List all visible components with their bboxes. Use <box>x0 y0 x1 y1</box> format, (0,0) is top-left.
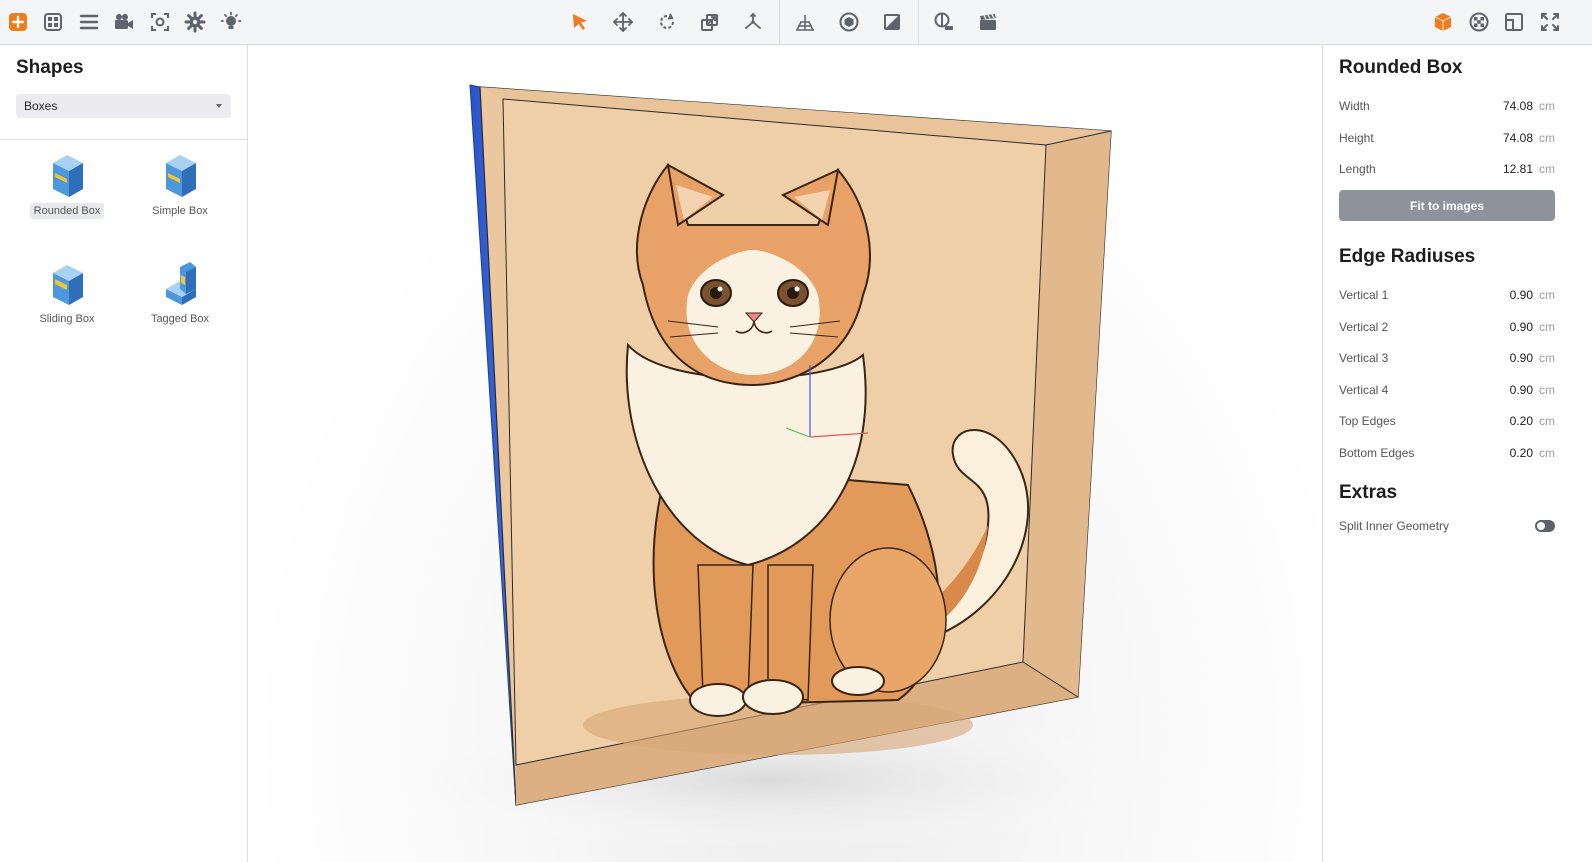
field-value[interactable]: 74.08 <box>1503 99 1533 113</box>
shapes-panel: Shapes Boxes Rounded Box Simple Box Slid… <box>0 45 248 862</box>
split-inner-geometry-toggle[interactable] <box>1535 520 1555 532</box>
field-unit: cm <box>1539 351 1555 365</box>
vertical-2-field[interactable]: Vertical 2 0.90 cm <box>1339 318 1555 336</box>
field-unit: cm <box>1539 320 1555 334</box>
shape-item-rounded-box[interactable]: Rounded Box <box>22 145 112 235</box>
scale-icon[interactable] <box>697 9 723 35</box>
toggle-knob <box>1537 522 1545 530</box>
add-icon[interactable] <box>5 9 31 35</box>
field-label: Vertical 1 <box>1339 288 1389 302</box>
orbit-icon[interactable] <box>836 9 862 35</box>
grid-icon[interactable] <box>40 9 66 35</box>
fit-to-images-button[interactable]: Fit to images <box>1339 190 1555 221</box>
category-select-value: Boxes <box>24 99 58 113</box>
field-value[interactable]: 0.90 <box>1510 288 1533 302</box>
width-field[interactable]: Width 74.08 cm <box>1339 97 1555 115</box>
field-value[interactable]: 0.20 <box>1510 414 1533 428</box>
focus-icon[interactable] <box>147 9 173 35</box>
field-value[interactable]: 74.08 <box>1503 131 1533 145</box>
field-label: Vertical 4 <box>1339 383 1389 397</box>
divider <box>0 139 247 140</box>
field-label: Split Inner Geometry <box>1339 519 1450 533</box>
axes-icon[interactable] <box>740 9 766 35</box>
shape-item-simple-box[interactable]: Simple Box <box>135 145 225 235</box>
vertical-1-field[interactable]: Vertical 1 0.90 cm <box>1339 286 1555 304</box>
menu-icon[interactable] <box>76 9 102 35</box>
field-value[interactable]: 0.90 <box>1510 383 1533 397</box>
field-unit: cm <box>1539 414 1555 428</box>
chevron-down-icon <box>216 104 222 108</box>
shape-item-tagged-box[interactable]: Tagged Box <box>135 253 225 343</box>
properties-title: Rounded Box <box>1339 57 1463 78</box>
field-value[interactable]: 0.90 <box>1510 351 1533 365</box>
field-unit: cm <box>1539 131 1555 145</box>
light-icon[interactable] <box>218 9 244 35</box>
material-icon[interactable] <box>1466 9 1492 35</box>
field-unit: cm <box>1539 288 1555 302</box>
simple-box-icon <box>166 155 196 197</box>
properties-panel: Rounded Box Width 74.08 cm Height 74.08 … <box>1322 45 1592 862</box>
field-unit: cm <box>1539 162 1555 176</box>
extras-title: Extras <box>1339 482 1398 503</box>
height-field[interactable]: Height 74.08 cm <box>1339 129 1555 147</box>
field-label: Width <box>1339 99 1370 113</box>
vertical-3-field[interactable]: Vertical 3 0.90 cm <box>1339 349 1555 367</box>
length-field[interactable]: Length 12.81 cm <box>1339 160 1555 178</box>
box-view-icon[interactable] <box>1430 9 1456 35</box>
select-arrow-icon[interactable] <box>567 9 593 35</box>
field-label: Top Edges <box>1339 414 1396 428</box>
tagged-box-icon <box>166 262 196 305</box>
clapper-icon[interactable] <box>975 9 1001 35</box>
floor-grid-icon[interactable] <box>792 9 818 35</box>
bottom-edges-field[interactable]: Bottom Edges 0.20 cm <box>1339 444 1555 462</box>
camera-icon[interactable] <box>111 9 137 35</box>
texture-icon[interactable] <box>879 9 905 35</box>
field-unit: cm <box>1539 99 1555 113</box>
vertical-4-field[interactable]: Vertical 4 0.90 cm <box>1339 381 1555 399</box>
render-icon[interactable] <box>931 9 957 35</box>
field-value[interactable]: 0.20 <box>1510 446 1533 460</box>
shapes-title: Shapes <box>16 57 84 78</box>
move-icon[interactable] <box>610 9 636 35</box>
category-select[interactable]: Boxes <box>16 94 231 118</box>
field-label: Height <box>1339 131 1374 145</box>
fullscreen-icon[interactable] <box>1537 9 1563 35</box>
layout-icon[interactable] <box>1501 9 1527 35</box>
shape-label: Tagged Box <box>150 313 210 325</box>
field-unit: cm <box>1539 446 1555 460</box>
field-value[interactable]: 0.90 <box>1510 320 1533 334</box>
split-inner-geometry-row: Split Inner Geometry <box>1339 517 1555 535</box>
3d-viewport[interactable] <box>248 45 1322 862</box>
field-value[interactable]: 12.81 <box>1503 162 1533 176</box>
gear-icon[interactable] <box>182 9 208 35</box>
field-label: Vertical 2 <box>1339 320 1389 334</box>
edge-radiuses-title: Edge Radiuses <box>1339 246 1476 267</box>
rotate-icon[interactable] <box>654 9 680 35</box>
shape-label: Rounded Box <box>30 203 104 219</box>
rounded-box-icon <box>53 155 83 197</box>
box-3d-model[interactable] <box>248 45 1322 862</box>
sliding-box-icon <box>53 265 83 305</box>
shape-label: Simple Box <box>152 205 208 217</box>
top-edges-field[interactable]: Top Edges 0.20 cm <box>1339 412 1555 430</box>
shape-label: Sliding Box <box>39 313 95 325</box>
field-label: Length <box>1339 162 1376 176</box>
field-label: Bottom Edges <box>1339 446 1415 460</box>
main-toolbar <box>0 0 1592 45</box>
field-label: Vertical 3 <box>1339 351 1389 365</box>
shape-item-sliding-box[interactable]: Sliding Box <box>22 253 112 343</box>
field-unit: cm <box>1539 383 1555 397</box>
